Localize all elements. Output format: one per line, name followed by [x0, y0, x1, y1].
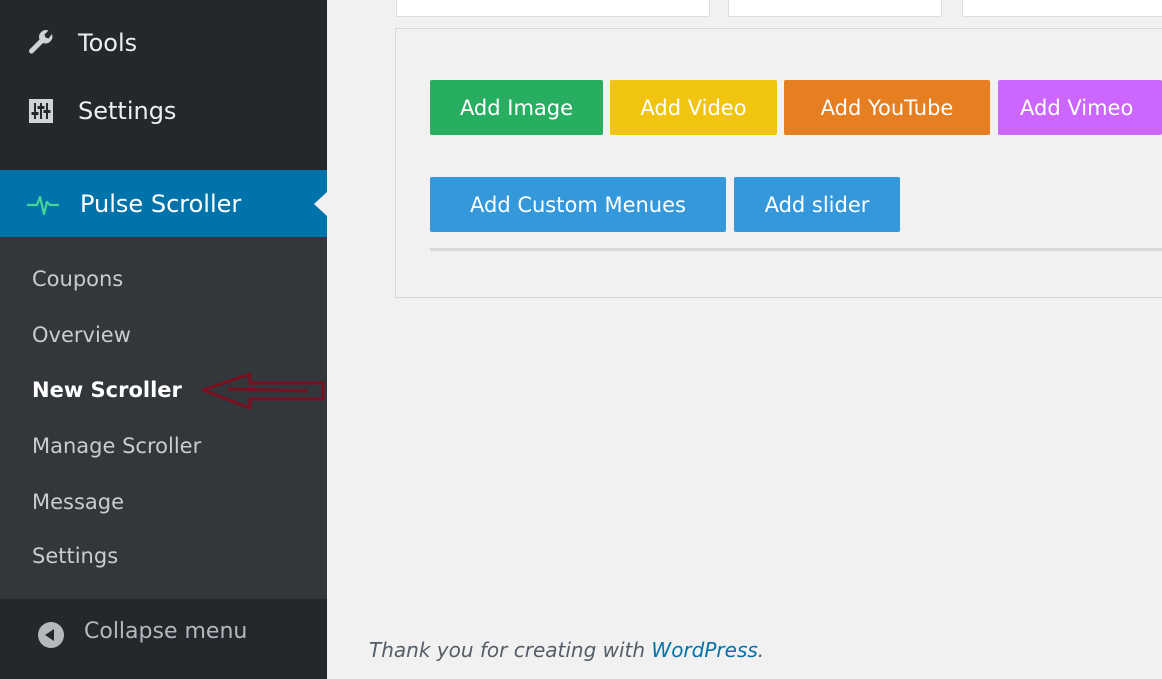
sidebar-item-settings[interactable]: Settings	[0, 83, 327, 139]
sidebar-item-pulse-scroller[interactable]: Pulse Scroller	[0, 170, 327, 237]
footer-text: Thank you for creating with WordPress.	[369, 638, 765, 662]
admin-sidebar: Tools Settings Pulse Scroller Coupons Ov…	[0, 0, 327, 679]
top-tab-middle	[728, 0, 942, 17]
submenu: Coupons Overview New Scroller Manage Scr…	[0, 237, 327, 599]
pulse-icon	[26, 187, 60, 221]
wordpress-link[interactable]: WordPress	[651, 638, 757, 662]
submenu-item-settings[interactable]: Settings	[32, 544, 118, 568]
add-video-button[interactable]: Add Video	[610, 80, 777, 135]
submenu-item-new-scroller[interactable]: New Scroller	[32, 378, 182, 402]
add-slider-button[interactable]: Add slider	[734, 177, 900, 232]
settings-sliders-icon	[24, 94, 58, 128]
add-youtube-button[interactable]: Add YouTube	[784, 80, 990, 135]
add-vimeo-button[interactable]: Add Vimeo	[998, 80, 1162, 135]
collapse-menu-label: Collapse menu	[84, 619, 248, 644]
collapse-menu-button[interactable]: Collapse menu	[0, 599, 327, 679]
sidebar-item-label: Tools	[78, 29, 138, 57]
wrench-icon	[24, 26, 58, 60]
top-tab-right	[962, 0, 1162, 17]
submenu-item-manage-scroller[interactable]: Manage Scroller	[32, 434, 201, 458]
annotation-arrow	[201, 372, 325, 410]
collapse-arrow-icon	[38, 622, 64, 648]
top-tab-left	[396, 0, 710, 17]
current-menu-pointer	[314, 191, 327, 216]
add-media-panel	[395, 28, 1162, 298]
divider	[430, 248, 1162, 251]
submenu-item-overview[interactable]: Overview	[32, 323, 131, 347]
submenu-item-coupons[interactable]: Coupons	[32, 267, 123, 291]
add-image-button[interactable]: Add Image	[430, 80, 603, 135]
sidebar-item-tools[interactable]: Tools	[0, 15, 327, 71]
sidebar-item-label: Settings	[78, 97, 177, 125]
submenu-item-message[interactable]: Message	[32, 490, 124, 514]
sidebar-item-label: Pulse Scroller	[80, 189, 242, 218]
add-custom-menus-button[interactable]: Add Custom Menues	[430, 177, 726, 232]
